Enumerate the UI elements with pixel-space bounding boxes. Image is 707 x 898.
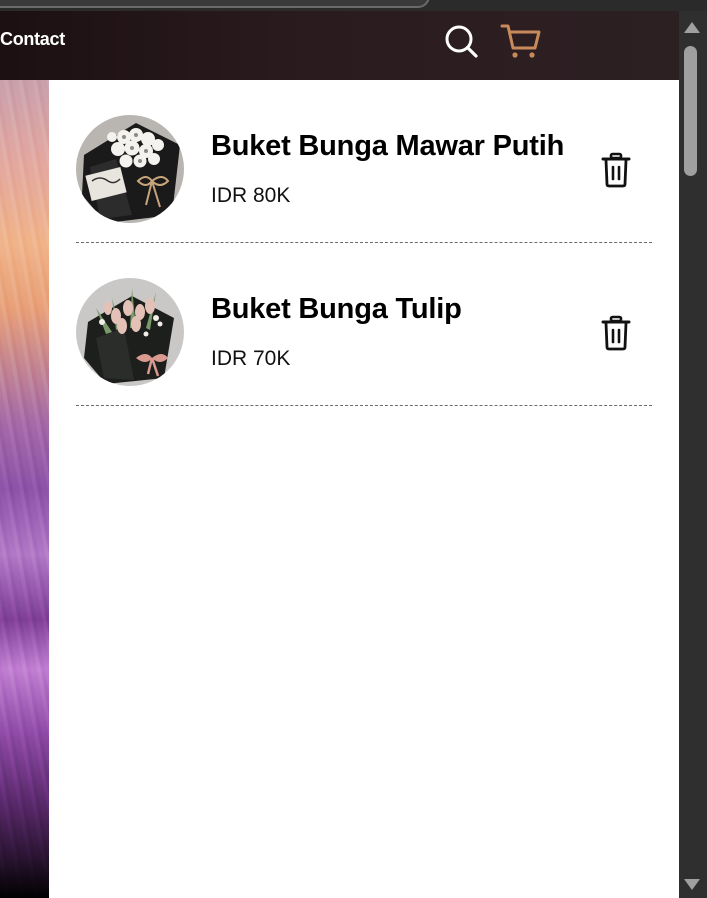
nav-link-contact[interactable]: Contact — [0, 29, 65, 50]
scrollbar-thumb[interactable] — [684, 46, 697, 176]
trash-icon[interactable] — [600, 152, 632, 188]
cart-item-name: Buket Bunga Tulip — [211, 293, 462, 325]
browser-address-edge — [0, 0, 430, 8]
product-image-tulip-bouquet — [76, 278, 184, 386]
search-icon[interactable] — [444, 24, 480, 60]
page-scrollbar[interactable] — [679, 11, 707, 898]
cart-icon[interactable] — [500, 22, 542, 60]
browser-top-strip — [0, 0, 679, 11]
cart-item: Buket Bunga Mawar Putih IDR 80K — [76, 115, 652, 243]
cart-panel: Buket Bunga Mawar Putih IDR 80K Buket Bu… — [49, 80, 679, 898]
scroll-down-arrow-icon[interactable] — [684, 879, 700, 890]
product-image-white-rose-bouquet — [76, 115, 184, 223]
cart-item-price: IDR 70K — [211, 347, 291, 370]
navbar: Contact — [0, 11, 679, 80]
cart-item: Buket Bunga Tulip IDR 70K — [76, 278, 652, 406]
cart-item-name: Buket Bunga Mawar Putih — [211, 130, 565, 162]
hero-tulip-background — [0, 80, 49, 898]
scroll-up-arrow-icon[interactable] — [684, 22, 700, 33]
trash-icon[interactable] — [600, 315, 632, 351]
cart-item-price: IDR 80K — [211, 184, 291, 207]
